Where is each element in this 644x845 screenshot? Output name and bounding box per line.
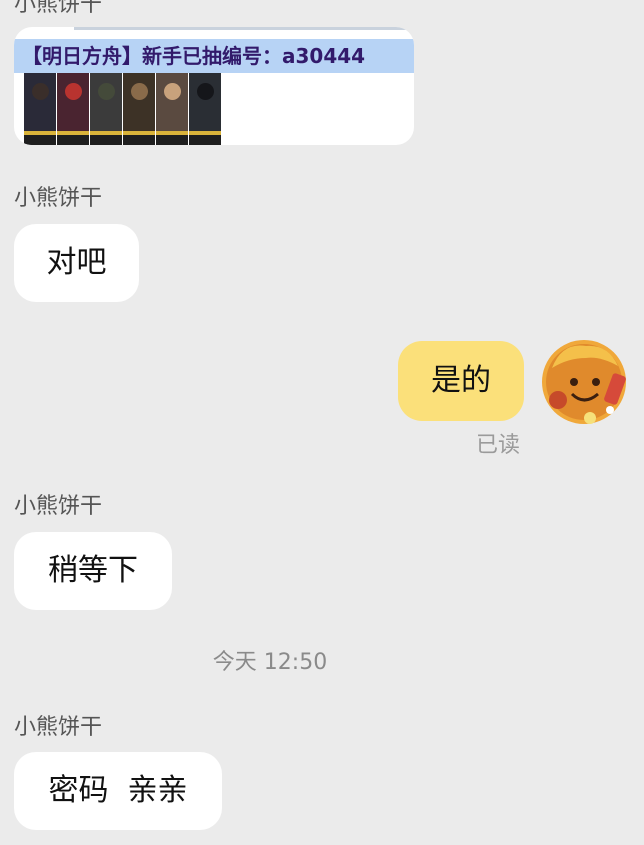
operator-name-strip — [24, 135, 56, 145]
timestamp: 今天 12:50 — [212, 650, 328, 675]
read-receipt: 已读 — [476, 433, 521, 458]
cookie-avatar-icon — [542, 340, 626, 424]
operator-name-strip — [90, 135, 122, 145]
shared-image-card[interactable]: 【明日方舟】新手已抽编号：a30444 — [14, 27, 414, 145]
card-divider — [74, 27, 414, 30]
operator-name-strip — [123, 135, 155, 145]
user-avatar[interactable] — [538, 338, 630, 426]
incoming-message-bubble[interactable]: 稍等下 — [14, 532, 172, 610]
operator-card-thumbnail — [156, 73, 189, 145]
operator-card-thumbnail — [123, 73, 156, 145]
operator-name-strip — [189, 135, 221, 145]
card-banner: 【明日方舟】新手已抽编号：a30444 — [14, 39, 414, 73]
operator-card-thumbnail — [189, 73, 222, 145]
operator-portrait — [65, 83, 82, 100]
operator-name-strip — [57, 135, 89, 145]
operator-portrait — [131, 83, 148, 100]
sender-name: 小熊饼干 — [14, 186, 103, 211]
operator-portrait — [164, 83, 181, 100]
incoming-message-bubble[interactable]: 对吧 — [14, 224, 139, 302]
operator-card-thumbnail — [90, 73, 123, 145]
operator-card-thumbnail — [24, 73, 57, 145]
operator-portrait — [197, 83, 214, 100]
sender-name: 小熊饼干 — [14, 0, 103, 17]
operator-name-strip — [156, 135, 188, 145]
operator-portrait — [98, 83, 115, 100]
sender-name: 小熊饼干 — [14, 715, 103, 740]
operator-portrait — [32, 83, 49, 100]
incoming-message-bubble[interactable]: 密码 亲亲 — [14, 752, 222, 830]
sender-name: 小熊饼干 — [14, 494, 103, 519]
operator-card-thumbnail — [57, 73, 90, 145]
operator-cards-strip — [24, 73, 222, 145]
outgoing-message-bubble[interactable]: 是的 — [398, 341, 524, 421]
